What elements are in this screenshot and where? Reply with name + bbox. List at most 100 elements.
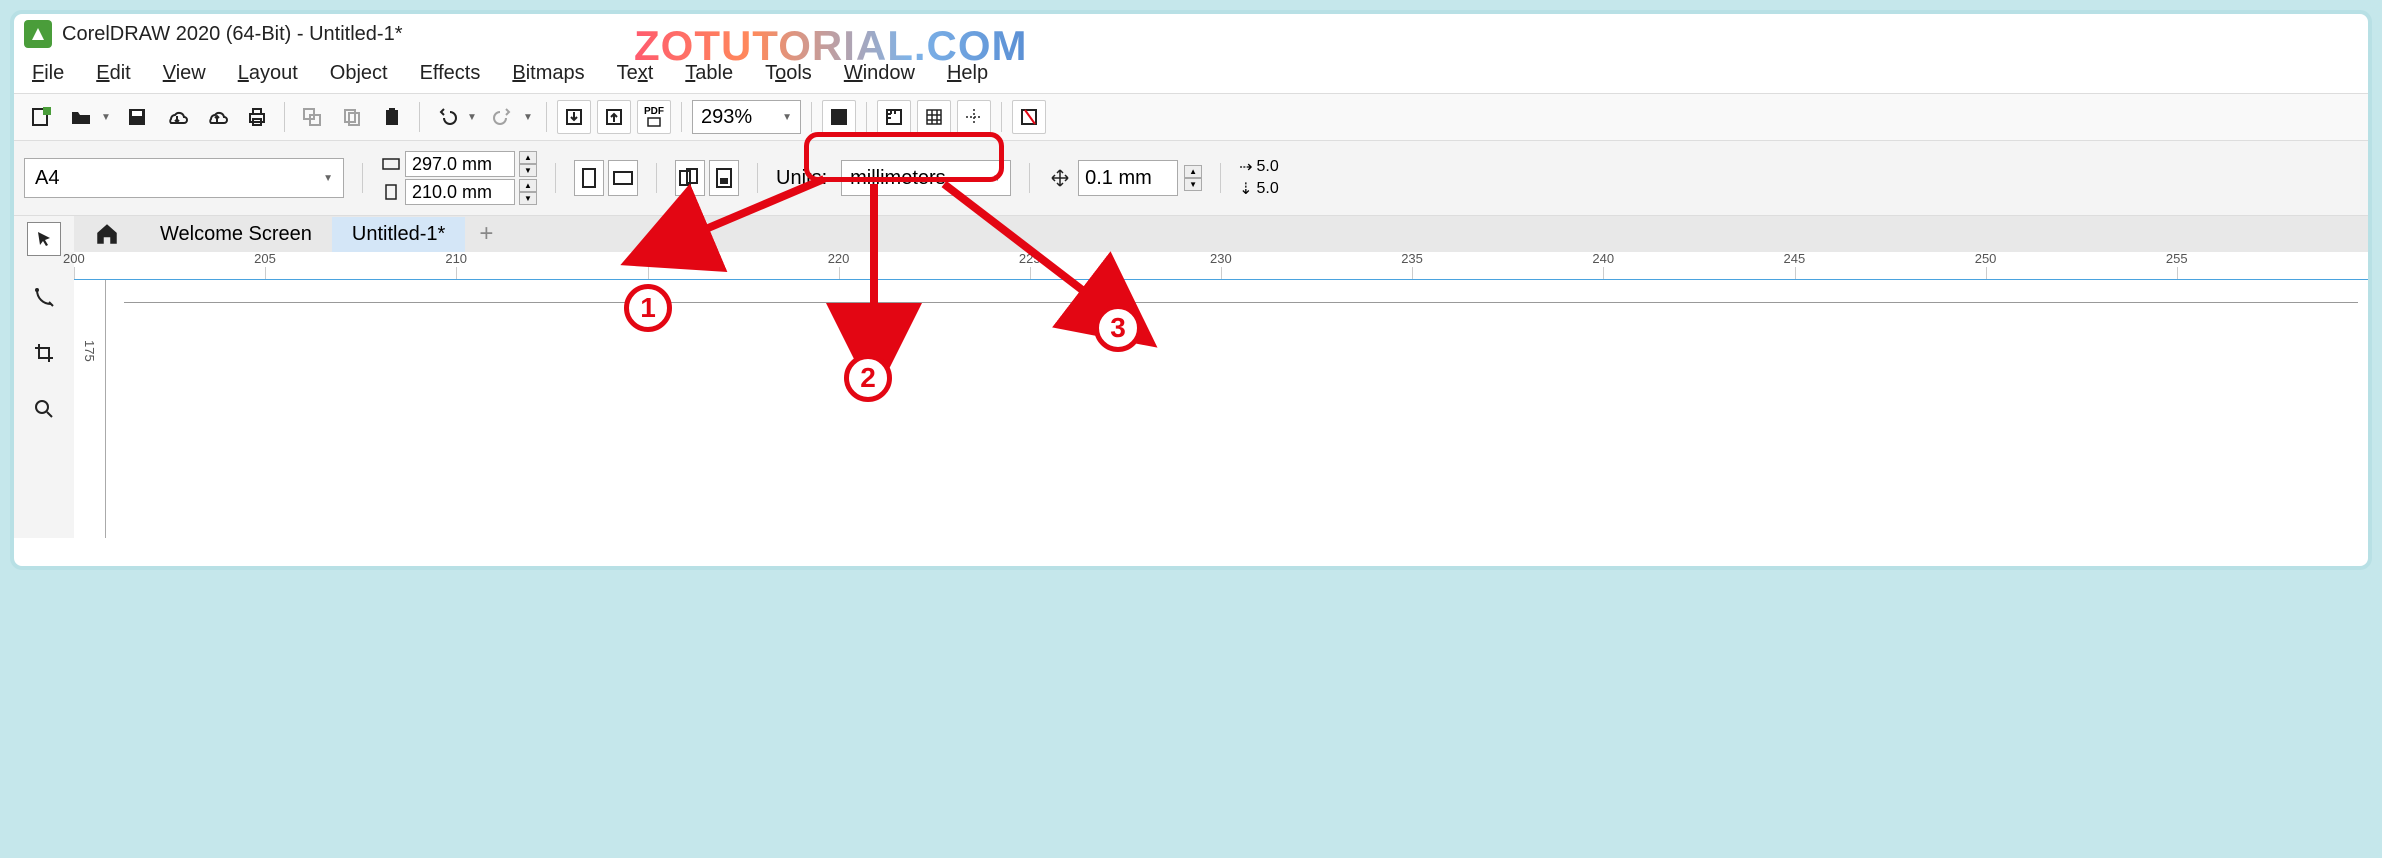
separator	[681, 102, 682, 132]
options-button[interactable]	[1012, 100, 1046, 134]
menu-window[interactable]: Window	[844, 62, 915, 85]
open-dropdown-icon[interactable]: ▼	[98, 112, 114, 123]
nudge-field[interactable]: 0.1 mm	[1078, 160, 1178, 196]
current-page-button[interactable]	[709, 160, 739, 196]
tab-document[interactable]: Untitled-1*	[332, 217, 465, 252]
menu-view[interactable]: View	[163, 62, 206, 85]
dup-y-icon: ⇣	[1239, 179, 1252, 199]
separator	[284, 102, 285, 132]
separator	[1220, 163, 1221, 193]
menu-object[interactable]: Object	[330, 62, 388, 85]
new-button[interactable]	[24, 100, 58, 134]
shape-tool[interactable]	[29, 282, 59, 312]
page-width-field[interactable]: 297.0 mm	[405, 151, 515, 177]
page-surface[interactable]	[124, 302, 2358, 538]
menu-edit[interactable]: Edit	[96, 62, 130, 85]
page-size-select[interactable]: A4 ▼	[24, 158, 344, 198]
nudge-up-button[interactable]: ▲	[1184, 165, 1202, 178]
chevron-down-icon: ▼	[323, 173, 333, 184]
menu-help[interactable]: Help	[947, 62, 988, 85]
all-pages-button[interactable]	[675, 160, 705, 196]
document-tabs: Welcome Screen Untitled-1* +	[74, 216, 2368, 252]
menu-bar: File Edit View Layout Object Effects Bit…	[14, 54, 2368, 93]
units-value: millimeters	[850, 167, 946, 190]
cut-button[interactable]	[295, 100, 329, 134]
redo-button[interactable]	[486, 100, 520, 134]
menu-file[interactable]: File	[32, 62, 64, 85]
dup-x-value[interactable]: 5.0	[1257, 158, 1279, 176]
separator	[656, 163, 657, 193]
undo-dropdown-icon[interactable]: ▼	[464, 112, 480, 123]
separator	[555, 163, 556, 193]
grid-button[interactable]	[917, 100, 951, 134]
separator	[866, 102, 867, 132]
height-down-button[interactable]: ▼	[519, 192, 537, 205]
separator	[419, 102, 420, 132]
menu-table[interactable]: Table	[685, 62, 733, 85]
crop-tool[interactable]	[29, 338, 59, 368]
page-apply-group	[675, 160, 739, 196]
landscape-button[interactable]	[608, 160, 638, 196]
paste-button[interactable]	[375, 100, 409, 134]
width-up-button[interactable]: ▲	[519, 151, 537, 164]
title-bar: CorelDRAW 2020 (64-Bit) - Untitled-1*	[14, 14, 2368, 54]
height-icon	[381, 184, 401, 200]
separator	[362, 163, 363, 193]
menu-text[interactable]: Text	[617, 62, 654, 85]
page-height-field[interactable]: 210.0 mm	[405, 179, 515, 205]
guidelines-button[interactable]	[957, 100, 991, 134]
width-down-button[interactable]: ▼	[519, 164, 537, 177]
horizontal-ruler: 200 205 210 215 220 225 230 235 240 245 …	[74, 252, 2368, 280]
standard-toolbar: ▼ ▼ ▼ PDF 293% ▼	[14, 93, 2368, 141]
app-icon	[24, 20, 52, 48]
redo-dropdown-icon[interactable]: ▼	[520, 112, 536, 123]
home-tab-icon[interactable]	[74, 215, 140, 253]
nudge-icon	[1048, 166, 1072, 190]
separator	[1001, 102, 1002, 132]
tab-new[interactable]: +	[465, 214, 507, 254]
units-label: Units:	[776, 167, 827, 190]
cloud-up-button[interactable]	[200, 100, 234, 134]
duplicate-distance-group: ⇢ 5.0 ⇣ 5.0	[1239, 157, 1279, 199]
units-select[interactable]: millimeters ▼	[841, 160, 1011, 196]
orientation-group	[574, 160, 638, 196]
chevron-down-icon: ▼	[992, 173, 1002, 184]
chevron-down-icon: ▼	[782, 112, 792, 123]
zoom-value: 293%	[701, 106, 752, 129]
menu-effects[interactable]: Effects	[420, 62, 481, 85]
zoom-level-field[interactable]: 293% ▼	[692, 100, 801, 134]
menu-bitmaps[interactable]: Bitmaps	[512, 62, 584, 85]
publish-pdf-button[interactable]: PDF	[637, 100, 671, 134]
canvas-area[interactable]: 200 205 210 215 220 225 230 235 240 245 …	[74, 252, 2368, 538]
import-button[interactable]	[557, 100, 591, 134]
export-button[interactable]	[597, 100, 631, 134]
fullscreen-button[interactable]	[822, 100, 856, 134]
nudge-down-button[interactable]: ▼	[1184, 178, 1202, 191]
menu-tools[interactable]: Tools	[765, 62, 812, 85]
rulers-button[interactable]	[877, 100, 911, 134]
undo-button[interactable]	[430, 100, 464, 134]
pick-tool[interactable]	[27, 222, 61, 256]
property-bar: A4 ▼ 297.0 mm ▲▼ 210.0 mm ▲▼	[14, 141, 2368, 216]
save-button[interactable]	[120, 100, 154, 134]
zoom-tool[interactable]	[29, 394, 59, 424]
width-icon	[381, 156, 401, 172]
copy-button[interactable]	[335, 100, 369, 134]
portrait-button[interactable]	[574, 160, 604, 196]
cloud-down-button[interactable]	[160, 100, 194, 134]
print-button[interactable]	[240, 100, 274, 134]
vertical-ruler: 175	[74, 280, 106, 538]
menu-layout[interactable]: Layout	[238, 62, 298, 85]
page-size-value: A4	[35, 167, 59, 190]
height-up-button[interactable]: ▲	[519, 179, 537, 192]
dup-y-value[interactable]: 5.0	[1257, 180, 1279, 198]
page-dimensions: 297.0 mm ▲▼ 210.0 mm ▲▼	[381, 151, 537, 205]
open-button[interactable]	[64, 100, 98, 134]
dup-x-icon: ⇢	[1239, 157, 1252, 177]
separator	[811, 102, 812, 132]
separator	[1029, 163, 1030, 193]
separator	[546, 102, 547, 132]
tab-welcome[interactable]: Welcome Screen	[140, 217, 332, 252]
pdf-label: PDF	[644, 107, 664, 117]
window-title: CorelDRAW 2020 (64-Bit) - Untitled-1*	[62, 23, 402, 46]
